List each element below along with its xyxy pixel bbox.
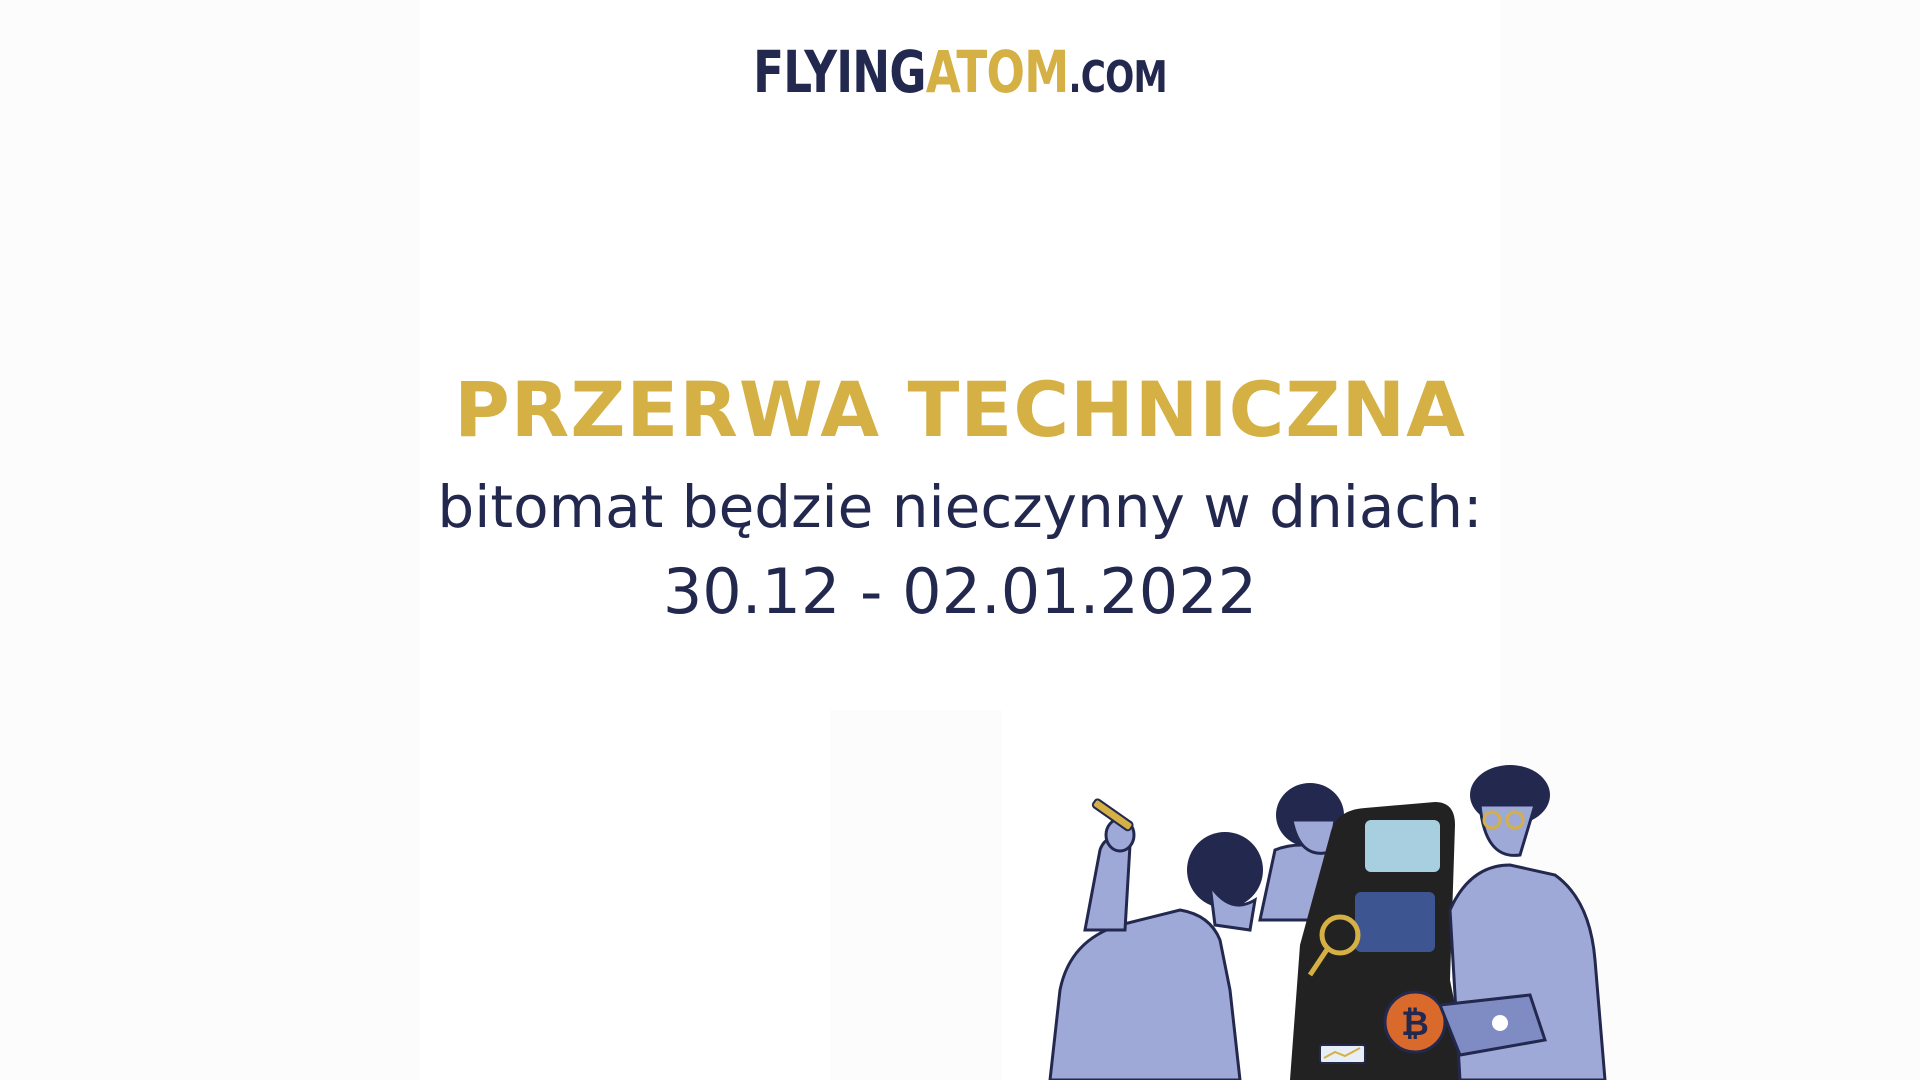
svg-text:₿: ₿ xyxy=(1401,1004,1429,1044)
logo-part-com: .COM xyxy=(1068,52,1167,103)
logo-part-atom: ATOM xyxy=(925,38,1070,106)
maintenance-message: bitomat będzie nieczynny w dniach: xyxy=(437,473,1483,541)
scientists-repairing-atm-illustration: ₿ xyxy=(1048,765,1607,1080)
maintenance-page: FLYINGATOM.COM PRZERWA TECHNICZNA bitoma… xyxy=(0,0,1920,1080)
flyingatom-logo[interactable]: FLYINGATOM.COM xyxy=(211,40,1709,110)
page-title: PRZERWA TECHNICZNA xyxy=(454,365,1466,454)
logo-part-flying: FLYING xyxy=(753,38,926,106)
maintenance-dates: 30.12 - 02.01.2022 xyxy=(662,555,1258,628)
